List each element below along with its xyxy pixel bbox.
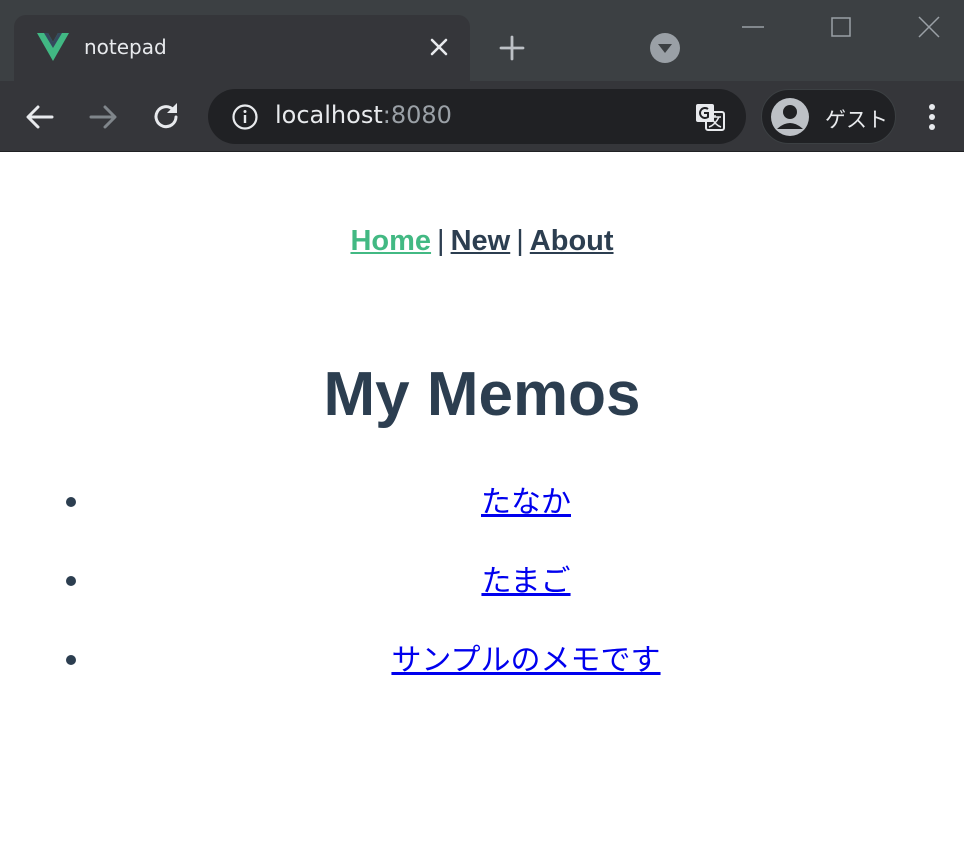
memo-link[interactable]: たまご	[88, 556, 964, 600]
memo-link[interactable]: サンプルのメモです	[88, 635, 964, 679]
nav-new-link[interactable]: New	[451, 225, 511, 257]
nav-separator: |	[437, 225, 445, 257]
minimize-icon[interactable]	[738, 12, 768, 42]
nav-about-link[interactable]: About	[530, 225, 614, 257]
tab-search-icon[interactable]	[650, 33, 680, 63]
list-item: たなか	[0, 469, 964, 548]
url-port: :8080	[382, 101, 452, 129]
tab-title: notepad	[84, 35, 167, 59]
translate-icon[interactable]	[694, 101, 726, 133]
list-item: たまご	[0, 548, 964, 627]
list-item: サンプルのメモです	[0, 627, 964, 706]
plus-icon[interactable]	[497, 33, 527, 63]
avatar-icon	[771, 98, 809, 136]
browser-toolbar: localhost:8080 ゲスト	[0, 81, 964, 152]
browser-tab[interactable]: notepad	[14, 15, 470, 81]
profile-label: ゲスト	[825, 108, 888, 132]
reload-icon[interactable]	[148, 99, 184, 135]
bullet	[66, 576, 76, 586]
vue-logo-icon	[37, 33, 69, 61]
bullet	[66, 655, 76, 665]
close-icon[interactable]	[426, 34, 452, 60]
profile-button[interactable]: ゲスト	[761, 89, 896, 144]
maximize-icon[interactable]	[826, 12, 856, 42]
url-host: localhost	[275, 101, 383, 129]
nav-separator: |	[516, 225, 524, 257]
back-arrow-icon[interactable]	[22, 99, 58, 135]
page-title: My Memos	[323, 360, 641, 429]
page-content: Home | New | About My Memos たなか たまご サンプルのメモで…	[0, 153, 964, 867]
nav-home-link[interactable]: Home	[350, 225, 431, 257]
forward-arrow-icon[interactable]	[85, 99, 121, 135]
window-close-icon[interactable]	[914, 12, 944, 42]
kebab-menu-icon[interactable]	[916, 99, 948, 135]
site-nav: Home | New | About	[0, 225, 964, 258]
bullet	[66, 497, 76, 507]
info-icon[interactable]	[230, 102, 260, 132]
memo-list: たなか たまご サンプルのメモです	[0, 469, 964, 706]
memo-link[interactable]: たなか	[88, 477, 964, 521]
browser-tab-strip: notepad	[0, 0, 964, 81]
address-bar[interactable]: localhost:8080	[208, 89, 746, 144]
url-text[interactable]: localhost:8080	[275, 101, 452, 129]
